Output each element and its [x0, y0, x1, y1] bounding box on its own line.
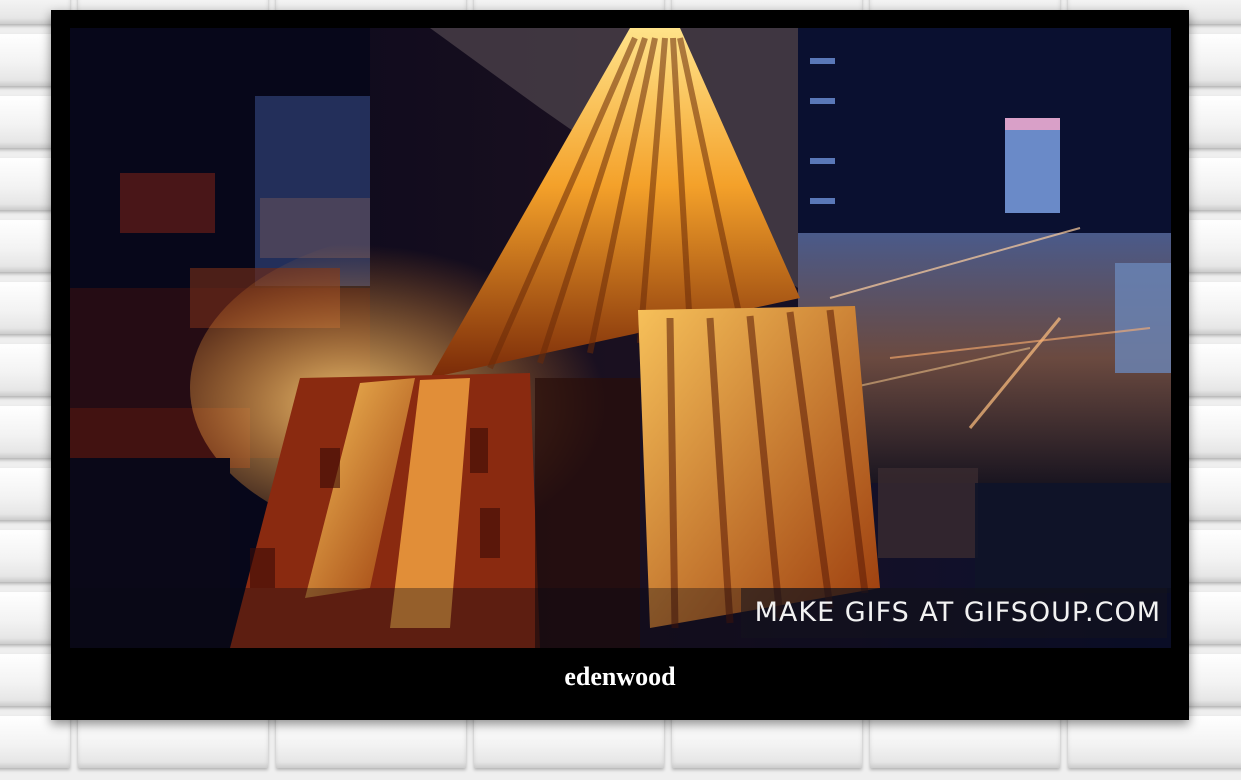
picture-frame: MAKE GIFS AT GIFSOUP.COM edenwood — [51, 10, 1189, 720]
skyscraper-artwork — [70, 28, 1171, 648]
gifsoup-watermark: MAKE GIFS AT GIFSOUP.COM — [740, 588, 1167, 638]
image-caption: edenwood — [564, 662, 676, 691]
city-skyline-gif: MAKE GIFS AT GIFSOUP.COM — [70, 28, 1171, 648]
